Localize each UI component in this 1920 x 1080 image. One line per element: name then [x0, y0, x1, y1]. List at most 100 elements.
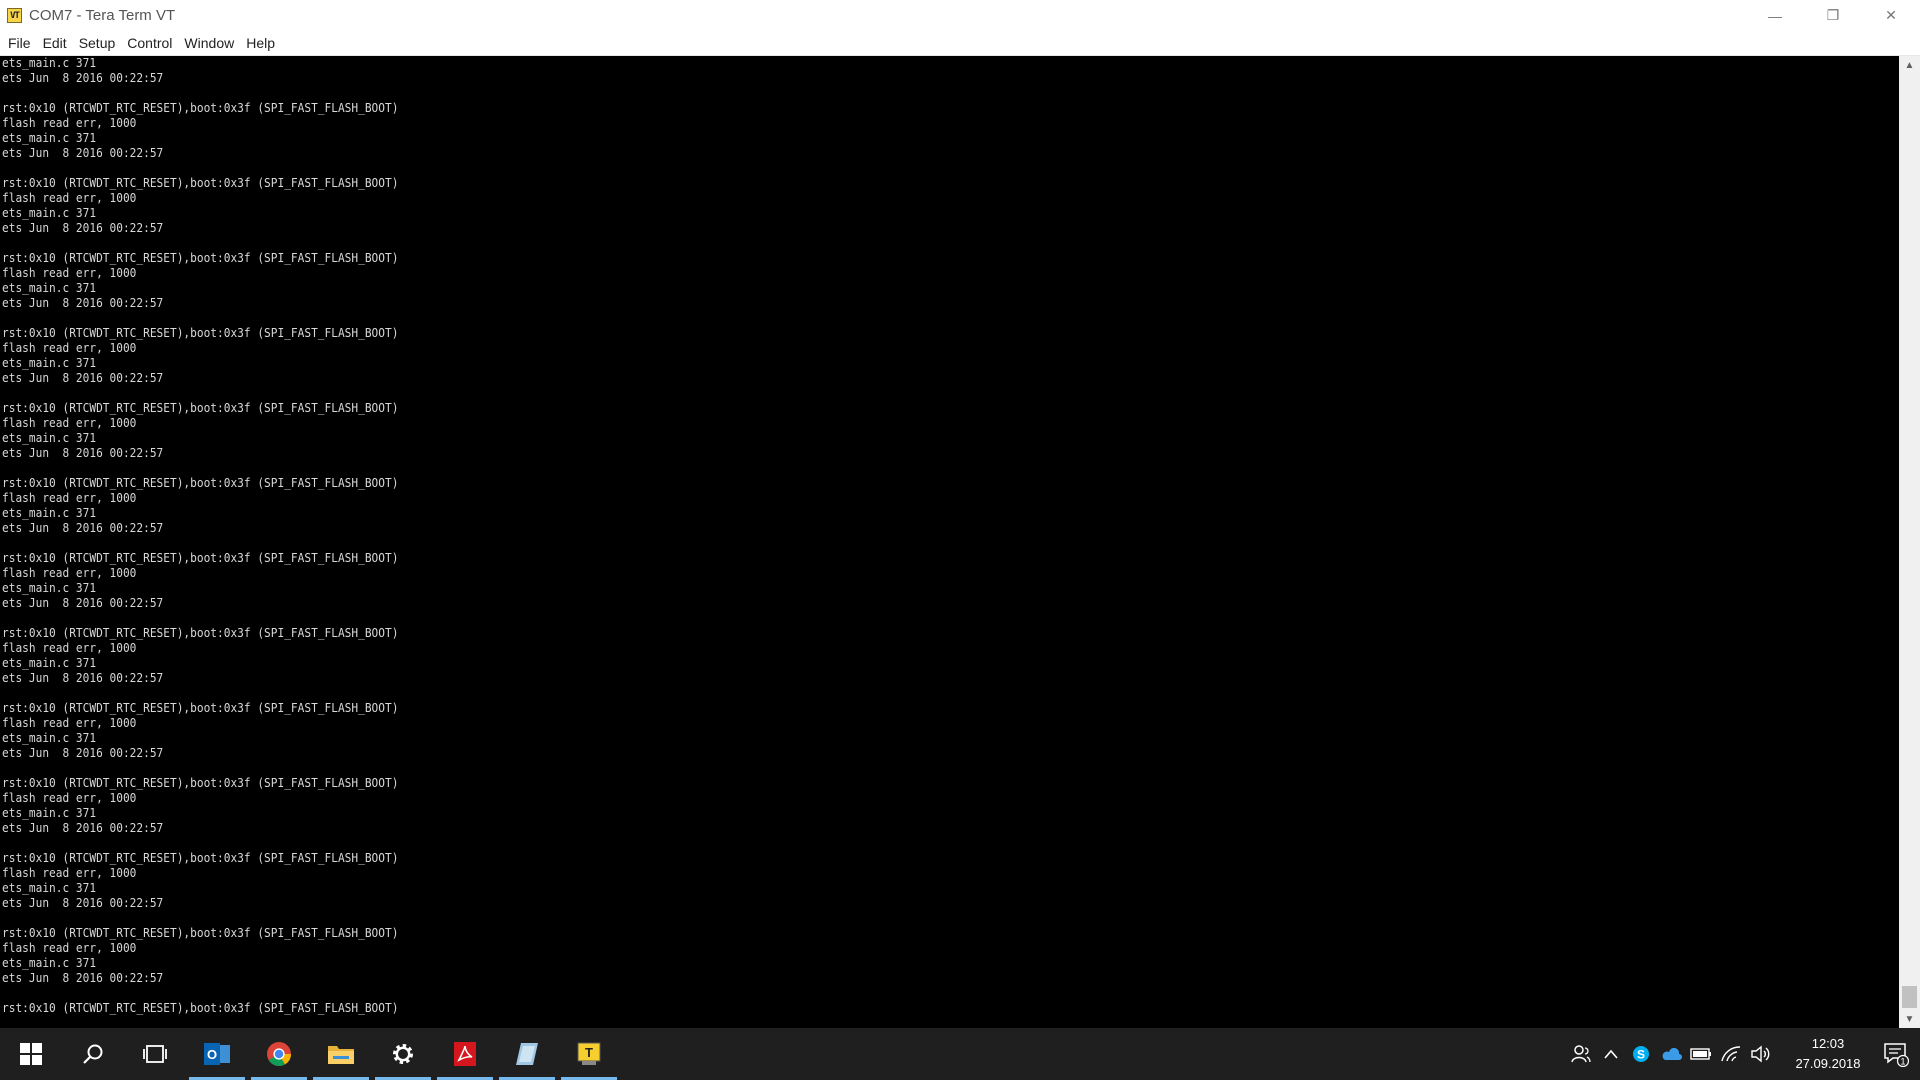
terminal-line: ets Jun 8 2016 00:22:57: [2, 896, 164, 910]
menu-control[interactable]: Control: [121, 35, 178, 51]
onedrive-icon[interactable]: [1656, 1028, 1686, 1080]
terminal-line: rst:0x10 (RTCWDT_RTC_RESET),boot:0x3f (S…: [2, 551, 399, 565]
scroll-down-button[interactable]: ▼: [1899, 1010, 1920, 1028]
chrome-icon: [267, 1042, 291, 1067]
terminal-line: ets_main.c 371: [2, 656, 97, 670]
terminal-line: ets Jun 8 2016 00:22:57: [2, 446, 164, 460]
volume-icon[interactable]: [1746, 1028, 1776, 1080]
system-tray: S 12:03 27.09.2018 1: [1566, 1028, 1920, 1080]
restore-button[interactable]: ❐: [1804, 0, 1862, 31]
start-button[interactable]: [0, 1028, 62, 1080]
terminal-line: rst:0x10 (RTCWDT_RTC_RESET),boot:0x3f (S…: [2, 851, 399, 865]
clock[interactable]: 12:03 27.09.2018: [1784, 1034, 1872, 1074]
terminal-line: rst:0x10 (RTCWDT_RTC_RESET),boot:0x3f (S…: [2, 251, 399, 265]
svg-text:T: T: [585, 1045, 593, 1060]
terminal-line: flash read err, 1000: [2, 341, 137, 355]
terminal-line: ets Jun 8 2016 00:22:57: [2, 821, 164, 835]
skype-icon[interactable]: S: [1626, 1028, 1656, 1080]
terminal-line: ets Jun 8 2016 00:22:57: [2, 371, 164, 385]
terminal-line: rst:0x10 (RTCWDT_RTC_RESET),boot:0x3f (S…: [2, 401, 399, 415]
outlook-icon: O: [204, 1043, 230, 1065]
scroll-up-button[interactable]: ▲: [1899, 56, 1920, 74]
search-icon: [83, 1044, 103, 1064]
terminal-line: flash read err, 1000: [2, 116, 137, 130]
terminal-line: ets Jun 8 2016 00:22:57: [2, 296, 164, 310]
battery-icon[interactable]: [1686, 1028, 1716, 1080]
menu-window[interactable]: Window: [178, 35, 240, 51]
terminal-line: ets Jun 8 2016 00:22:57: [2, 521, 164, 535]
notepad-icon: [516, 1043, 538, 1065]
menu-edit[interactable]: Edit: [37, 35, 73, 51]
terminal-line: ets_main.c 371: [2, 356, 97, 370]
tera-term-app-icon[interactable]: VT: [7, 8, 22, 23]
tera-term-icon: T: [577, 1042, 601, 1065]
terminal-output[interactable]: ets_main.c 371 ets Jun 8 2016 00:22:57 rst…: [0, 56, 1899, 1028]
window-title: COM7 - Tera Term VT: [29, 7, 176, 24]
chevron-up-icon: ▲: [1904, 59, 1915, 71]
taskbar: O T S 12:03 27.09.2018 1: [0, 1028, 1920, 1080]
clock-time: 12:03: [1811, 1036, 1845, 1051]
taskbar-acrobat[interactable]: [434, 1028, 496, 1080]
chevron-down-icon: ▼: [1904, 1013, 1915, 1025]
search-button[interactable]: [62, 1028, 124, 1080]
task-view-icon: [143, 1045, 167, 1063]
terminal-line: flash read err, 1000: [2, 566, 137, 580]
terminal-lines: ets_main.c 371 ets Jun 8 2016 00:22:57 rst…: [0, 56, 1899, 1016]
terminal-line: rst:0x10 (RTCWDT_RTC_RESET),boot:0x3f (S…: [2, 776, 399, 790]
menu-setup[interactable]: Setup: [73, 35, 122, 51]
terminal-line: flash read err, 1000: [2, 416, 137, 430]
action-center-button[interactable]: 1: [1872, 1028, 1920, 1080]
task-view-button[interactable]: [124, 1028, 186, 1080]
terminal-line: rst:0x10 (RTCWDT_RTC_RESET),boot:0x3f (S…: [2, 701, 399, 715]
terminal-line: rst:0x10 (RTCWDT_RTC_RESET),boot:0x3f (S…: [2, 476, 399, 490]
terminal-line: ets_main.c 371: [2, 581, 97, 595]
minimize-button[interactable]: —: [1746, 0, 1804, 31]
menu-help[interactable]: Help: [240, 35, 281, 51]
folder-icon: [328, 1046, 354, 1064]
taskbar-notepad-app[interactable]: [496, 1028, 558, 1080]
terminal-line: ets Jun 8 2016 00:22:57: [2, 146, 164, 160]
wifi-icon[interactable]: [1716, 1028, 1746, 1080]
taskbar-settings[interactable]: [372, 1028, 434, 1080]
terminal-line: ets_main.c 371: [2, 956, 97, 970]
people-icon[interactable]: [1566, 1028, 1596, 1080]
taskbar-file-explorer[interactable]: [310, 1028, 372, 1080]
taskbar-outlook[interactable]: O: [186, 1028, 248, 1080]
gear-icon: [393, 1044, 413, 1064]
scroll-thumb[interactable]: [1902, 986, 1917, 1008]
terminal-line: flash read err, 1000: [2, 191, 137, 205]
terminal-line: flash read err, 1000: [2, 791, 137, 805]
terminal-line: ets Jun 8 2016 00:22:57: [2, 971, 164, 985]
terminal-line: ets Jun 8 2016 00:22:57: [2, 221, 164, 235]
close-button[interactable]: ✕: [1862, 0, 1920, 31]
chevron-up-icon[interactable]: [1596, 1028, 1626, 1080]
notification-icon: 1: [1884, 1043, 1909, 1067]
taskbar-tera-term[interactable]: T: [558, 1028, 620, 1080]
terminal-line: ets_main.c 371: [2, 131, 97, 145]
clock-date: 27.09.2018: [1795, 1056, 1861, 1071]
terminal-line: flash read err, 1000: [2, 266, 137, 280]
terminal-line: flash read err, 1000: [2, 491, 137, 505]
terminal-line: flash read err, 1000: [2, 716, 137, 730]
title-bar[interactable]: VT COM7 - Tera Term VT — ❐ ✕: [0, 0, 1920, 31]
terminal-line: ets Jun 8 2016 00:22:57: [2, 71, 164, 85]
terminal-line: rst:0x10 (RTCWDT_RTC_RESET),boot:0x3f (S…: [2, 326, 399, 340]
taskbar-chrome[interactable]: [248, 1028, 310, 1080]
menu-file[interactable]: File: [0, 35, 37, 51]
vertical-scrollbar[interactable]: ▲ ▼: [1899, 56, 1920, 1028]
terminal-line: ets_main.c 371: [2, 206, 97, 220]
terminal-line: flash read err, 1000: [2, 941, 137, 955]
pdf-icon: [454, 1042, 476, 1066]
terminal-line: ets Jun 8 2016 00:22:57: [2, 671, 164, 685]
terminal-line: rst:0x10 (RTCWDT_RTC_RESET),boot:0x3f (S…: [2, 626, 399, 640]
minimize-icon: —: [1768, 7, 1782, 24]
restore-icon: ❐: [1826, 7, 1840, 23]
